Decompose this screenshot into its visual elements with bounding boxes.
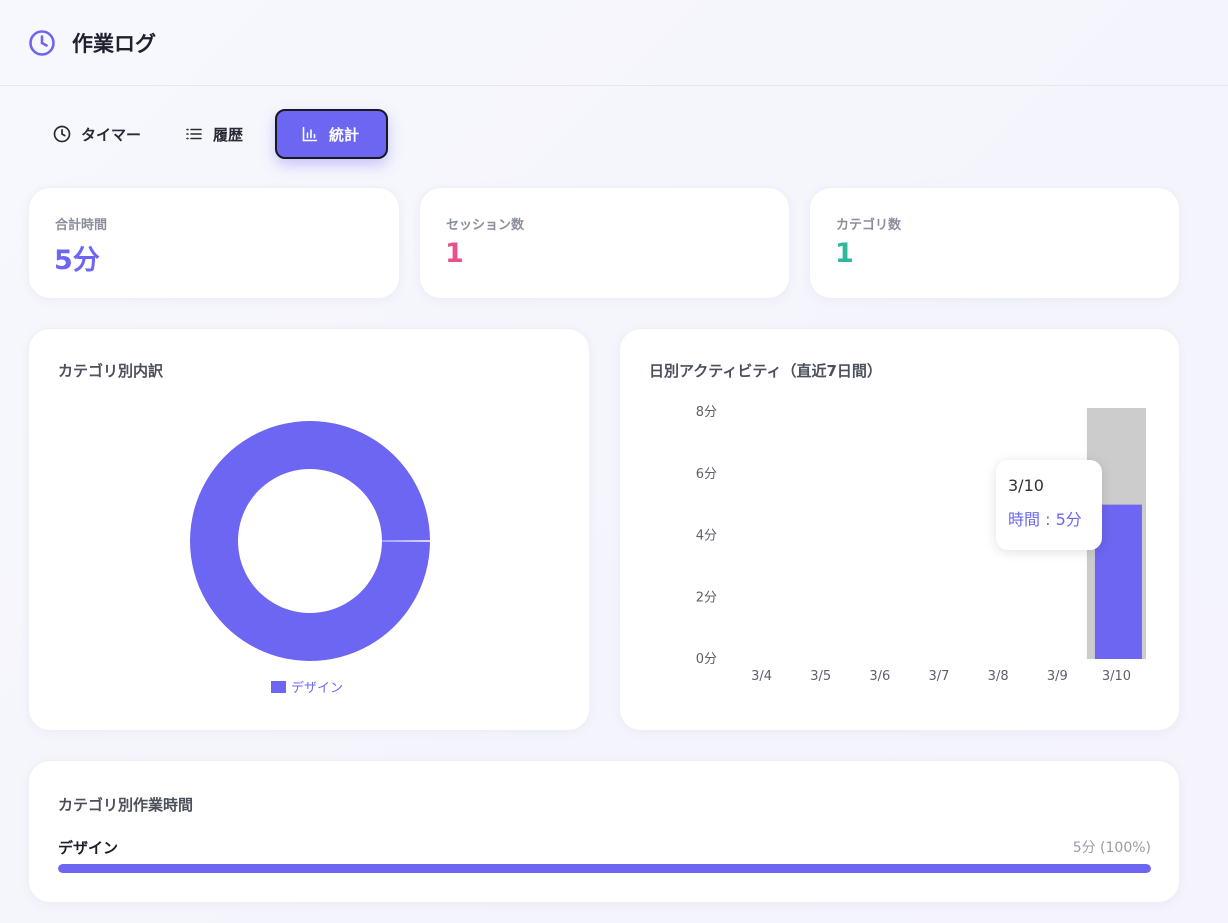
x-tick-label: 3/10 [1102,669,1131,684]
bar-chart-icon [302,126,318,142]
x-tick-label: 3/9 [1047,669,1068,684]
chart-tooltip: 3/10 時間 : 5分 [996,460,1102,550]
stat-label: セッション数 [446,218,525,233]
app-header: 作業ログ [0,0,1228,86]
y-tick-label: 6分 [696,467,717,482]
category-breakdown-card: カテゴリ別内訳 デザイン [28,328,590,731]
stat-value: 1 [835,238,854,269]
chart-legend[interactable]: デザイン [271,677,343,696]
donut-chart [190,421,430,661]
tab-stats[interactable]: 統計 [275,109,388,159]
list-icon [186,128,202,140]
x-tick-label: 3/7 [929,669,950,684]
legend-label: デザイン [291,681,344,696]
stat-card-sessions: セッション数 1 [419,187,790,299]
clock-icon [29,29,55,56]
category-progress-track [58,864,1151,873]
x-tick-label: 3/8 [988,669,1009,684]
stat-value: 1 [445,238,464,269]
daily-activity-card: 日別アクティビティ（直近7日間） 0分 2分 4分 6分 8分 3/4 3/5 3/6 3/7 3… [619,328,1180,731]
stat-label: カテゴリ数 [836,218,902,233]
tab-history[interactable]: 履歴 [167,109,275,159]
tab-timer[interactable]: タイマー [35,109,165,159]
y-tick-label: 4分 [696,529,717,544]
x-tick-label: 3/6 [869,669,890,684]
category-progress-fill [58,864,1151,873]
tab-label: タイマー [81,125,142,144]
y-tick-label: 0分 [696,652,717,667]
y-tick-label: 8分 [696,405,717,420]
x-tick-label: 3/5 [810,669,831,684]
category-row-value: 5分 (100%) [1072,840,1151,856]
donut-slice[interactable] [190,421,430,661]
stat-card-total-time: 合計時間 5分 [28,187,400,299]
tab-label: 統計 [329,125,360,144]
panel-title: カテゴリ別作業時間 [58,796,194,814]
tab-label: 履歴 [213,125,244,144]
category-time-card: カテゴリ別作業時間 デザイン 5分 (100%) [28,760,1180,903]
stat-value: 5分 [54,245,100,276]
y-tick-label: 2分 [696,590,717,605]
x-tick-label: 3/4 [751,669,772,684]
legend-swatch [271,680,286,693]
tooltip-value: 時間 : 5分 [1008,510,1082,529]
tooltip-date: 3/10 [1008,476,1044,495]
app-title: 作業ログ [72,31,156,56]
stat-card-categories: カテゴリ数 1 [809,187,1180,299]
category-row-label: デザイン [58,839,119,857]
clock-icon [53,125,71,143]
tab-bar: タイマー 履歴 統計 [35,109,388,159]
stat-label: 合計時間 [55,218,108,233]
